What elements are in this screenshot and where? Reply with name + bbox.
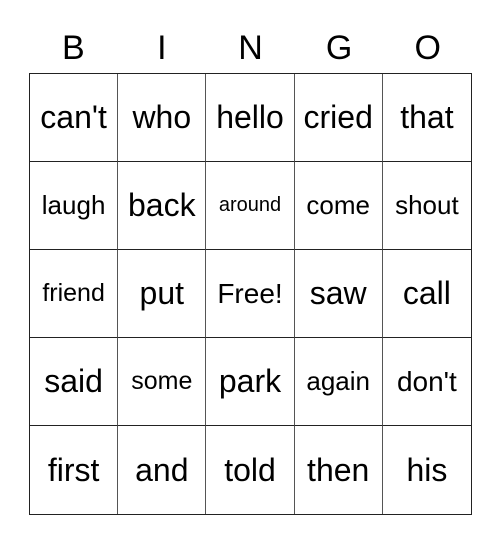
bingo-grid: can't who hello cried that laugh back ar…: [29, 73, 472, 515]
bingo-cell[interactable]: call: [382, 250, 471, 338]
bingo-cell[interactable]: then: [295, 426, 383, 514]
bingo-cell[interactable]: friend: [30, 250, 119, 338]
bingo-cell[interactable]: laugh: [30, 162, 119, 250]
bingo-cell[interactable]: can't: [30, 74, 119, 162]
bingo-cell[interactable]: park: [206, 338, 295, 426]
bingo-cell[interactable]: around: [206, 162, 295, 250]
free-space-cell[interactable]: Free!: [206, 250, 295, 338]
bingo-header: B I N G O: [29, 24, 472, 72]
header-letter-b: B: [61, 29, 85, 67]
bingo-cell[interactable]: hello: [206, 74, 295, 162]
bingo-cell[interactable]: shout: [382, 162, 471, 250]
bingo-cell[interactable]: saw: [294, 250, 383, 338]
bingo-cell[interactable]: again: [294, 338, 383, 426]
bingo-cell[interactable]: don't: [382, 338, 471, 426]
bingo-cell[interactable]: first: [30, 426, 119, 514]
header-letter-o: O: [414, 29, 441, 67]
bingo-cell[interactable]: and: [118, 426, 207, 514]
header-letter-g: G: [325, 29, 353, 67]
bingo-cell[interactable]: put: [118, 250, 207, 338]
bingo-cell[interactable]: cried: [294, 74, 383, 162]
bingo-cell[interactable]: his: [383, 426, 471, 514]
bingo-cell[interactable]: told: [206, 426, 295, 514]
bingo-cell[interactable]: some: [118, 338, 207, 426]
header-letter-i: I: [157, 29, 167, 67]
bingo-cell[interactable]: come: [294, 162, 383, 250]
bingo-cell[interactable]: back: [118, 162, 207, 250]
header-letter-n: N: [238, 29, 263, 67]
bingo-cell[interactable]: that: [382, 74, 471, 162]
bingo-cell[interactable]: who: [118, 74, 207, 162]
bingo-cell[interactable]: said: [30, 338, 119, 426]
